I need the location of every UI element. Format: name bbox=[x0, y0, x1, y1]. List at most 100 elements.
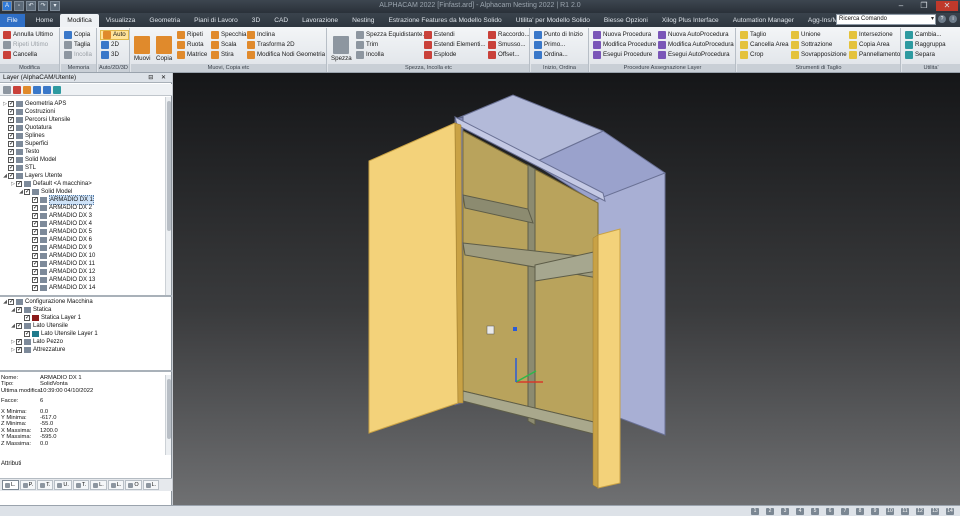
tab-automation-manager[interactable]: Automation Manager bbox=[726, 14, 801, 27]
tree-item[interactable]: ARMADIO DX 4 bbox=[0, 220, 166, 228]
arrow-down-icon[interactable] bbox=[43, 86, 51, 94]
edit-autoprocedure-button[interactable]: Modifica AutoProcedura bbox=[658, 40, 734, 50]
tree-item[interactable]: ARMADIO DX 14 bbox=[0, 284, 166, 292]
visibility-checkbox[interactable] bbox=[16, 322, 22, 330]
extend-button[interactable]: Estendi bbox=[424, 30, 455, 40]
fillet-button[interactable]: Raccordo... bbox=[488, 30, 530, 40]
tree-item[interactable]: ARMADIO DX 6 bbox=[0, 236, 166, 244]
tree-item[interactable]: STL bbox=[0, 164, 166, 172]
tree-item[interactable]: ARMADIO DX 5 bbox=[0, 228, 166, 236]
panel-tab[interactable]: L. bbox=[90, 480, 107, 490]
copy-geometry-button[interactable]: Copia bbox=[156, 29, 172, 63]
tab-home[interactable]: Home bbox=[29, 14, 61, 27]
array-button[interactable]: Matrice bbox=[177, 50, 207, 60]
tree-item[interactable]: ARMADIO DX 9 bbox=[0, 244, 166, 252]
tree-item[interactable]: ARMADIO DX 10 bbox=[0, 252, 166, 260]
stretch-button[interactable]: Stira bbox=[211, 50, 234, 60]
visibility-checkbox[interactable] bbox=[24, 314, 30, 322]
visibility-checkbox[interactable] bbox=[16, 346, 22, 354]
panel-splitter[interactable] bbox=[0, 295, 172, 297]
redo-last-button[interactable]: Ripeti Ultimo bbox=[3, 40, 48, 50]
tab-biesse-opzioni[interactable]: Biesse Opzioni bbox=[597, 14, 655, 27]
tree-item[interactable]: ◢Layers Utente bbox=[0, 172, 166, 180]
group-button[interactable]: Raggruppa bbox=[905, 40, 946, 50]
copy-area-button[interactable]: Copia Area bbox=[849, 40, 890, 50]
visibility-checkbox[interactable] bbox=[32, 204, 38, 212]
status-toggle-icon[interactable]: 14 bbox=[946, 508, 954, 515]
tree-item[interactable]: ARMADIO DX 3 bbox=[0, 212, 166, 220]
tab-nesting[interactable]: Nesting bbox=[345, 14, 381, 27]
tree-item[interactable]: ▷Attrezzature bbox=[0, 346, 166, 354]
ungroup-button[interactable]: Separa bbox=[905, 50, 935, 60]
break-equidistant-button[interactable]: Spezza Equidistante... bbox=[356, 30, 428, 40]
tab-xilog-plus[interactable]: Xilog Plus Interface bbox=[655, 14, 726, 27]
skew-button[interactable]: Inclina bbox=[247, 30, 275, 40]
visibility-checkbox[interactable] bbox=[16, 180, 22, 188]
cut-button[interactable]: Taglia bbox=[64, 40, 90, 50]
visibility-checkbox[interactable] bbox=[16, 306, 22, 314]
move-button[interactable]: Muovi bbox=[134, 29, 151, 63]
visibility-checkbox[interactable] bbox=[32, 276, 38, 284]
panel-tab[interactable]: U. bbox=[54, 480, 72, 490]
status-toggle-icon[interactable]: 13 bbox=[931, 508, 939, 515]
subtract-button[interactable]: Sottrazione bbox=[791, 40, 832, 50]
visibility-checkbox[interactable] bbox=[8, 172, 14, 180]
tab-estrazione-features[interactable]: Estrazione Features da Modello Solido bbox=[381, 14, 508, 27]
left-door[interactable] bbox=[368, 122, 459, 434]
tree-item[interactable]: Solid Model bbox=[0, 156, 166, 164]
command-search-input[interactable]: Ricerca Comando ▾ bbox=[836, 14, 936, 25]
trim-button[interactable]: Trim bbox=[356, 40, 378, 50]
status-toggle-icon[interactable]: 3 bbox=[781, 508, 789, 515]
status-toggle-icon[interactable]: 1 bbox=[751, 508, 759, 515]
tab-utilita-modello-solido[interactable]: Utilita' per Modello Solido bbox=[509, 14, 597, 27]
visibility-checkbox[interactable] bbox=[32, 236, 38, 244]
auto-mode-button[interactable]: Auto bbox=[100, 30, 129, 40]
intersect-button[interactable]: Intersezione bbox=[849, 30, 893, 40]
right-door[interactable] bbox=[597, 228, 621, 489]
rotate-button[interactable]: Ruota bbox=[177, 40, 204, 50]
visibility-checkbox[interactable] bbox=[32, 268, 38, 276]
info-icon[interactable]: i bbox=[949, 15, 957, 23]
chevron-down-icon[interactable]: ▾ bbox=[931, 15, 934, 24]
new-procedure-button[interactable]: Nuova Procedura bbox=[593, 30, 651, 40]
tab-3d[interactable]: 3D bbox=[245, 14, 267, 27]
visibility-checkbox[interactable] bbox=[8, 164, 14, 172]
visibility-checkbox[interactable] bbox=[8, 298, 14, 306]
visibility-checkbox[interactable] bbox=[8, 132, 14, 140]
new-autoprocedure-button[interactable]: Nuova AutoProcedura bbox=[658, 30, 729, 40]
visibility-checkbox[interactable] bbox=[24, 188, 30, 196]
tab-file[interactable]: File bbox=[0, 13, 25, 27]
tree-item[interactable]: Superfici bbox=[0, 140, 166, 148]
maximize-button[interactable]: ❐ bbox=[913, 1, 935, 11]
tree-item[interactable]: Testo bbox=[0, 148, 166, 156]
scrollbar-thumb[interactable] bbox=[167, 379, 171, 439]
panel-tab[interactable]: P. bbox=[19, 480, 37, 490]
overlap-button[interactable]: Sovrapposizione bbox=[791, 50, 847, 60]
panel-tab[interactable]: T. bbox=[37, 480, 54, 490]
close-button[interactable]: ✕ bbox=[936, 1, 958, 11]
tree-item[interactable]: Quotatura bbox=[0, 124, 166, 132]
visibility-checkbox[interactable] bbox=[32, 260, 38, 268]
tree-item[interactable]: ◢Configurazione Macchina bbox=[0, 298, 166, 306]
tree-item[interactable]: Statica Layer 1 bbox=[0, 314, 166, 322]
status-toggle-icon[interactable]: 7 bbox=[841, 508, 849, 515]
visibility-checkbox[interactable] bbox=[32, 228, 38, 236]
first-button[interactable]: Primo... bbox=[534, 40, 565, 50]
tree-item[interactable]: ARMADIO DX 2 bbox=[0, 204, 166, 212]
tab-piani-di-lavoro[interactable]: Piani di Lavoro bbox=[187, 14, 245, 27]
visibility-checkbox[interactable] bbox=[8, 116, 14, 124]
tree-item[interactable]: Splines bbox=[0, 132, 166, 140]
tree-item[interactable]: ◢Lato Utensile bbox=[0, 322, 166, 330]
run-autoprocedure-button[interactable]: Esegui AutoProcedura bbox=[658, 50, 730, 60]
start-point-button[interactable]: Punto di Inizio bbox=[534, 30, 583, 40]
visibility-checkbox[interactable] bbox=[32, 284, 38, 292]
repeat-button[interactable]: Ripeti bbox=[177, 30, 203, 40]
mode-2d-button[interactable]: 2D bbox=[101, 40, 119, 50]
status-toggle-icon[interactable]: 5 bbox=[811, 508, 819, 515]
scale-button[interactable]: Scala bbox=[211, 40, 236, 50]
panel-tab[interactable]: L. bbox=[142, 480, 160, 490]
panel-tab[interactable]: O bbox=[125, 480, 142, 490]
visibility-checkbox[interactable] bbox=[32, 252, 38, 260]
tab-modifica[interactable]: Modifica bbox=[60, 13, 99, 27]
visibility-checkbox[interactable] bbox=[8, 140, 14, 148]
